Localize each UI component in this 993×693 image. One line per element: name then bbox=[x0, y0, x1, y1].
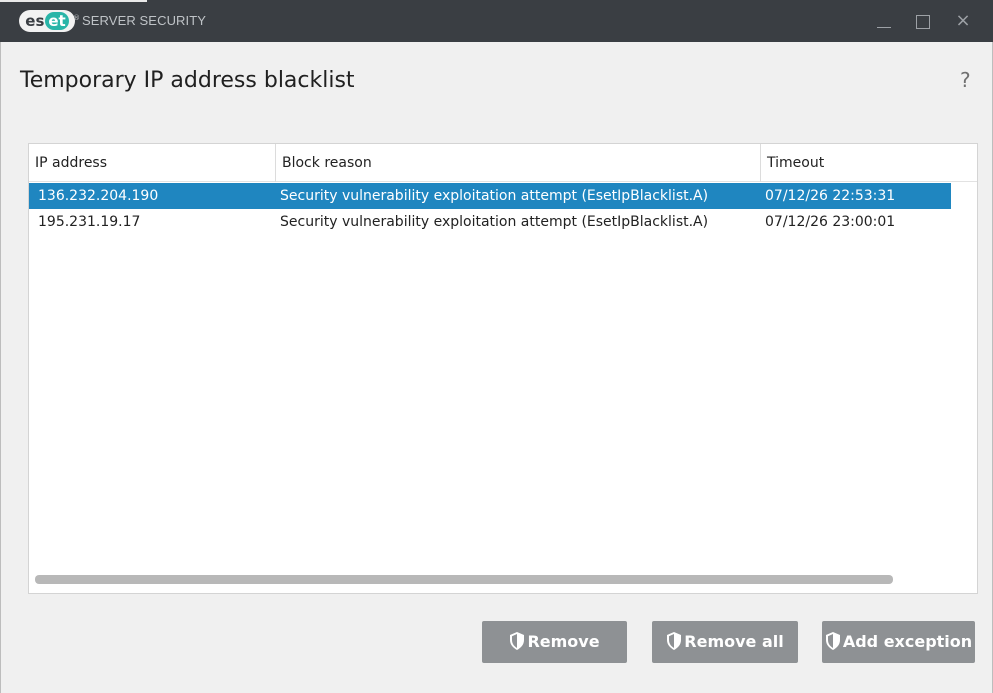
table-row[interactable]: 136.232.204.190 Security vulnerability e… bbox=[29, 183, 951, 209]
cell-ip-address: 195.231.19.17 bbox=[38, 214, 141, 230]
remove-all-button-label: Remove all bbox=[684, 632, 784, 651]
blacklist-table: IP address Block reason Timeout 136.232.… bbox=[28, 143, 978, 594]
table-header: IP address Block reason Timeout bbox=[29, 144, 977, 182]
eset-logo: es et ® bbox=[19, 10, 80, 32]
vertical-scrollbar[interactable] bbox=[951, 182, 977, 593]
cell-ip-address: 136.232.204.190 bbox=[38, 188, 159, 204]
page-title: Temporary IP address blacklist bbox=[20, 68, 355, 93]
column-header-block-reason[interactable]: Block reason bbox=[276, 144, 761, 182]
maximize-icon[interactable] bbox=[913, 11, 933, 31]
minimize-icon[interactable] bbox=[874, 11, 894, 31]
shield-icon bbox=[510, 632, 525, 650]
cell-timeout: 07/12/26 23:00:01 bbox=[765, 214, 896, 230]
table-row[interactable]: 195.231.19.17 Security vulnerability exp… bbox=[29, 209, 951, 235]
add-exception-button[interactable]: Add exception bbox=[822, 621, 975, 663]
horizontal-scrollbar[interactable] bbox=[29, 570, 951, 593]
column-header-timeout[interactable]: Timeout bbox=[761, 144, 977, 182]
column-header-ip-address[interactable]: IP address bbox=[29, 144, 276, 182]
app-title: SERVER SECURITY bbox=[82, 13, 207, 28]
title-bar-accent bbox=[0, 0, 147, 2]
dialog-content: Temporary IP address blacklist ? IP addr… bbox=[0, 42, 993, 693]
cell-block-reason: Security vulnerability exploitation atte… bbox=[280, 188, 709, 204]
remove-button-label: Remove bbox=[527, 632, 600, 651]
cell-block-reason: Security vulnerability exploitation atte… bbox=[280, 214, 709, 230]
close-icon[interactable]: × bbox=[953, 11, 973, 31]
add-exception-button-label: Add exception bbox=[842, 632, 973, 651]
horizontal-scrollbar-thumb[interactable] bbox=[35, 575, 893, 584]
cell-timeout: 07/12/26 22:53:31 bbox=[765, 188, 896, 204]
help-icon[interactable]: ? bbox=[960, 68, 971, 92]
title-bar: es et ® SERVER SECURITY × bbox=[0, 0, 993, 42]
shield-icon bbox=[825, 632, 840, 650]
remove-all-button[interactable]: Remove all bbox=[652, 621, 798, 663]
shield-icon bbox=[667, 632, 682, 650]
remove-button[interactable]: Remove bbox=[482, 621, 627, 663]
